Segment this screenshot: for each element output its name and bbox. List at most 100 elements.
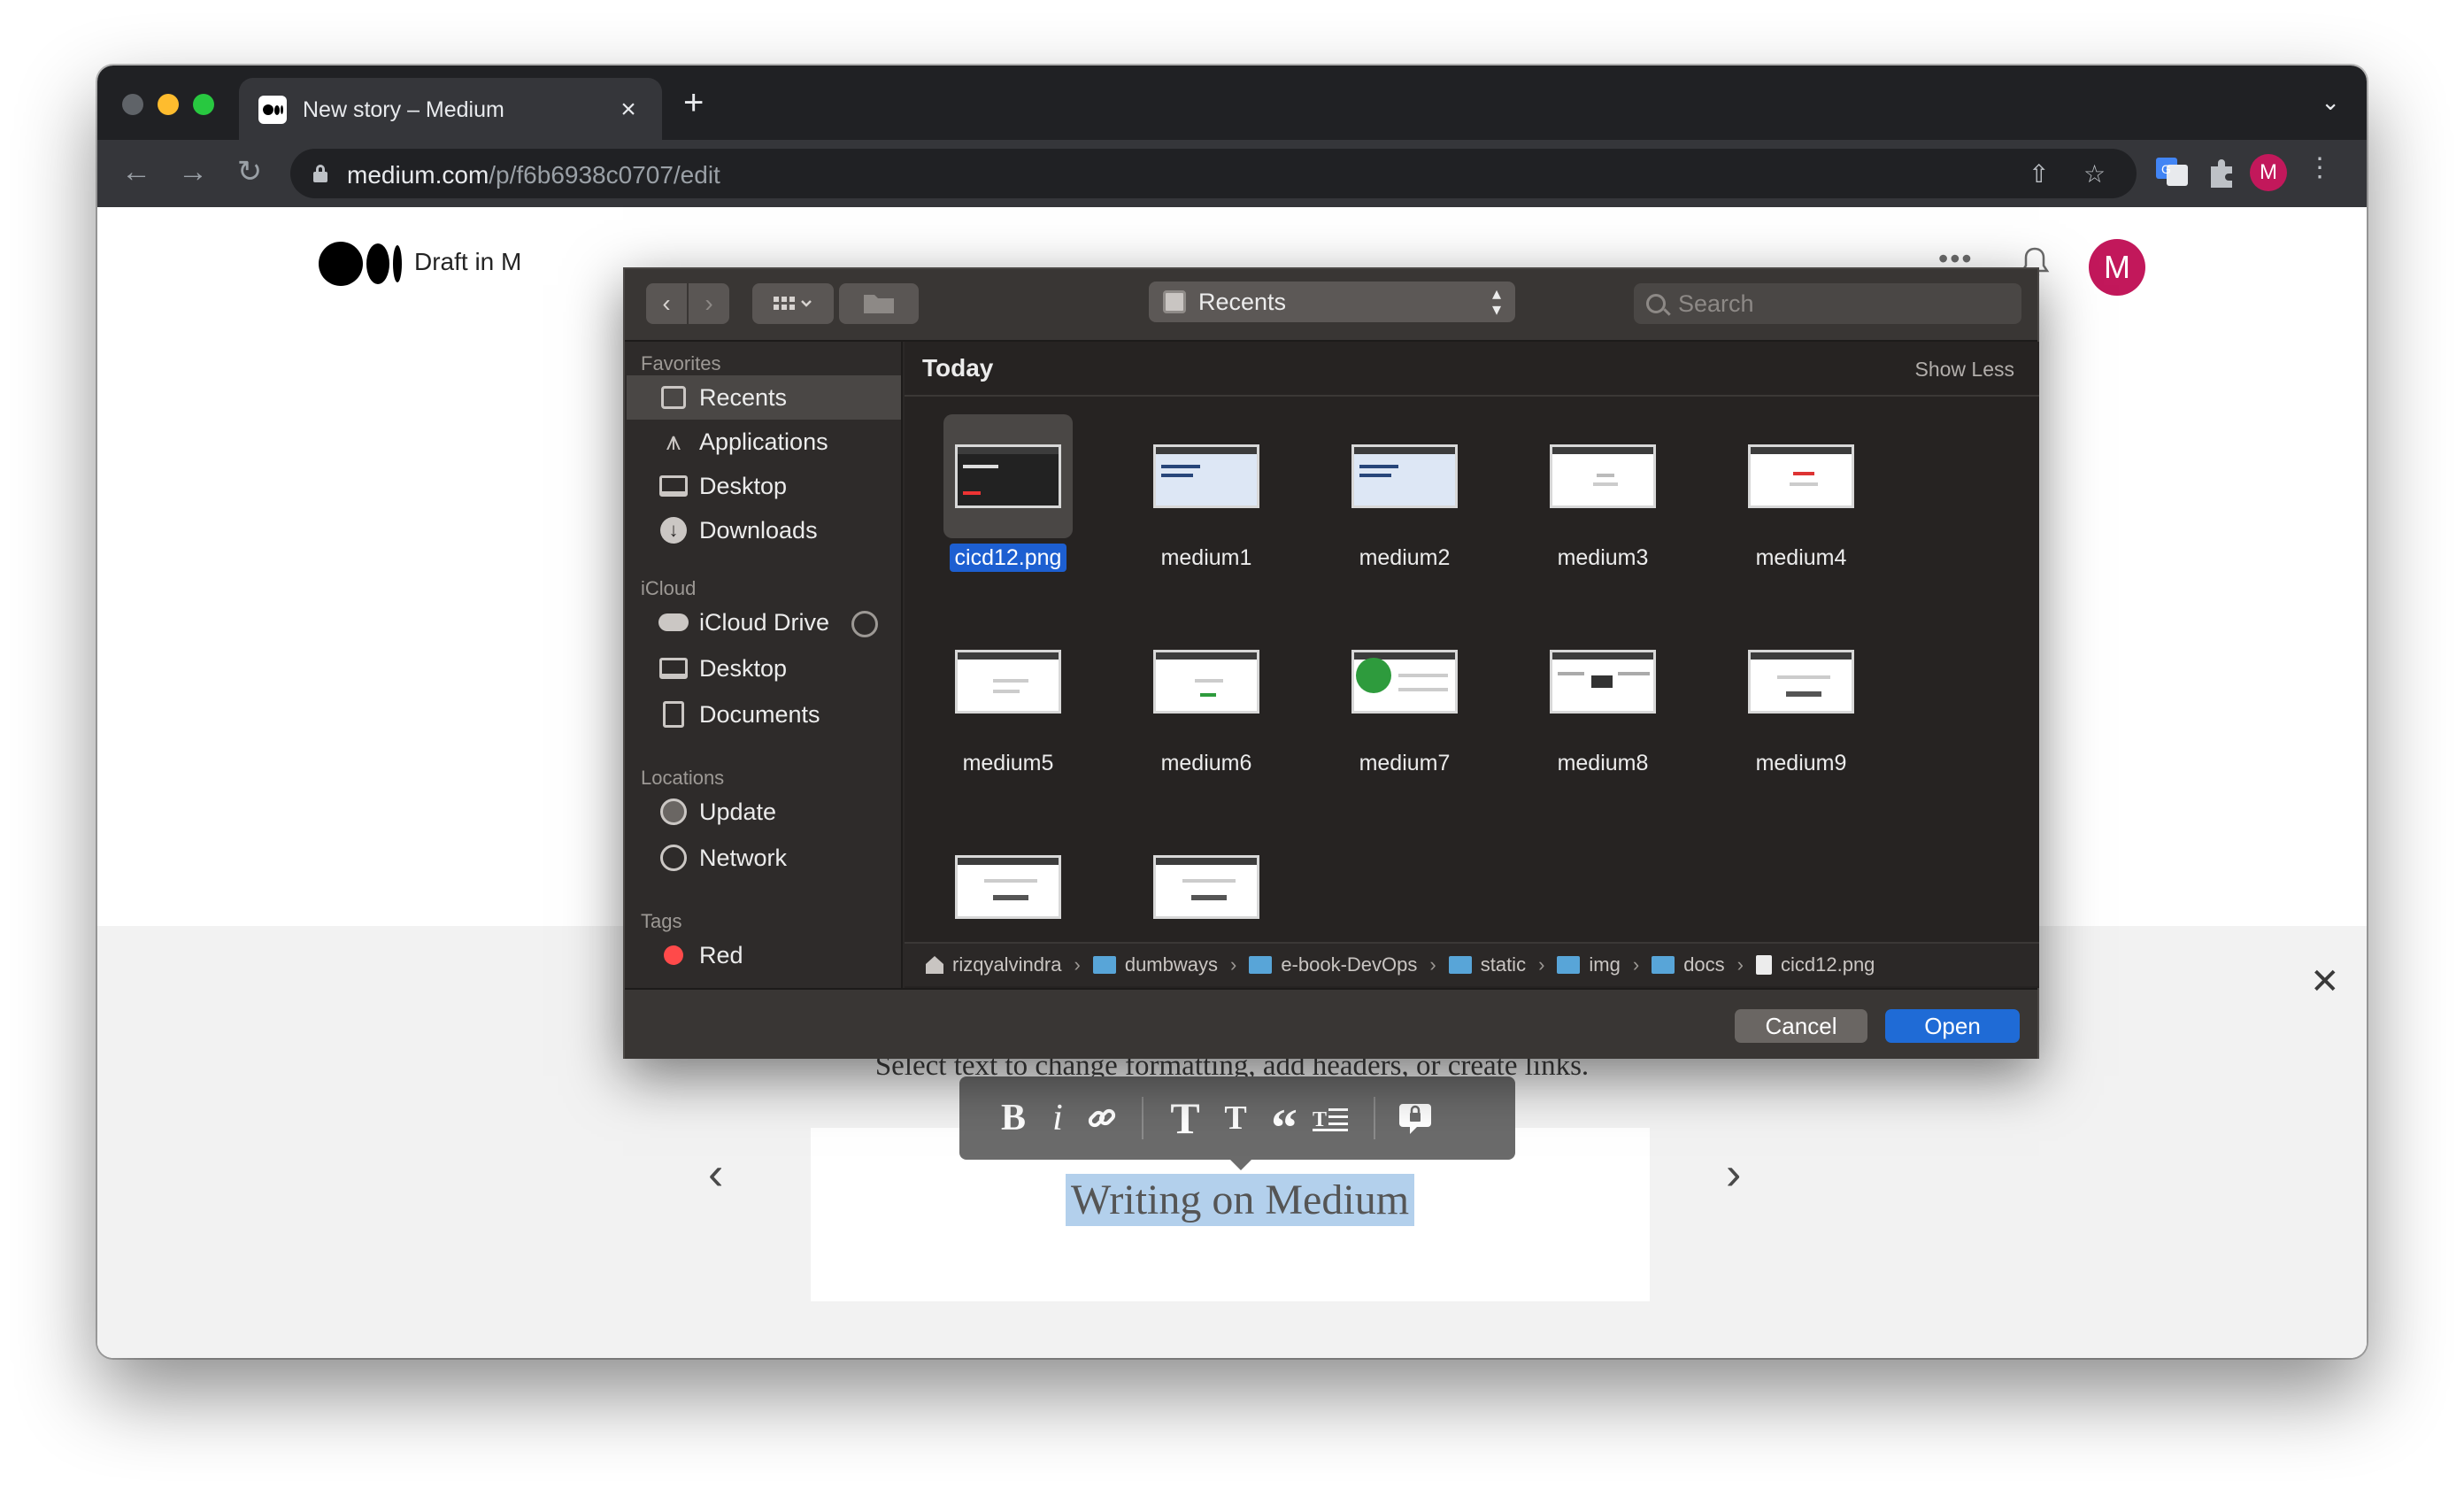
sidebar-item-tag-red[interactable]: Red: [627, 933, 901, 977]
dialog-toolbar: ‹ › Recents ▴ ▾ Search: [625, 269, 2037, 342]
path-segment[interactable]: img: [1557, 953, 1621, 976]
browser-menu-icon[interactable]: ⋮: [2306, 152, 2333, 183]
path-segment[interactable]: rizqyalvindra: [926, 953, 1062, 976]
network-globe-icon: [660, 845, 687, 871]
tab-strip: New story – Medium × + ⌄: [97, 66, 2367, 142]
sidebar-item-documents[interactable]: Documents: [627, 692, 901, 737]
desktop-icon: [659, 658, 688, 679]
folder-icon: [1557, 956, 1581, 974]
medium-logo-icon[interactable]: [319, 241, 402, 287]
folder-icon: [1092, 956, 1116, 974]
view-mode-grid-icon[interactable]: [752, 283, 834, 324]
path-segment[interactable]: e-book-DevOps: [1249, 953, 1417, 976]
private-note-icon[interactable]: [1393, 1076, 1437, 1160]
search-input[interactable]: Search: [1634, 283, 2021, 324]
path-separator-icon: ›: [1229, 953, 1237, 976]
close-icon[interactable]: ✕: [2310, 961, 2340, 1002]
path-separator-icon: ›: [1429, 953, 1436, 976]
svg-text:G: G: [2161, 162, 2171, 176]
cancel-button[interactable]: Cancel: [1735, 1009, 1867, 1043]
extensions-puzzle-icon[interactable]: [2204, 154, 2239, 189]
file-item[interactable]: medium5: [905, 607, 1090, 784]
dialog-sidebar: Favorites Recents ⩚ Applications Desktop …: [625, 342, 903, 988]
tab-new-story[interactable]: New story – Medium ×: [239, 78, 662, 142]
selected-text[interactable]: Writing on Medium: [1066, 1174, 1415, 1226]
file-item[interactable]: medium6: [1103, 607, 1289, 784]
sidebar-item-icloud-desktop[interactable]: Desktop: [627, 646, 901, 690]
large-heading-button[interactable]: T: [1161, 1076, 1209, 1160]
sidebar-item-recents[interactable]: Recents: [627, 375, 901, 420]
link-icon[interactable]: [1080, 1076, 1124, 1160]
sidebar-item-update[interactable]: Update: [627, 790, 901, 834]
new-folder-icon[interactable]: [839, 283, 919, 324]
forward-arrow-icon[interactable]: →: [173, 152, 212, 191]
back-arrow-icon[interactable]: ←: [117, 152, 156, 191]
path-segment[interactable]: dumbways: [1092, 953, 1218, 976]
search-icon: [1646, 294, 1666, 313]
address-bar[interactable]: medium.com/p/f6b6938c0707/edit ⇧ ☆: [290, 149, 2137, 198]
sidebar-item-downloads[interactable]: ↓ Downloads: [627, 508, 901, 552]
folder-icon: [1249, 956, 1273, 974]
path-segment[interactable]: docs: [1652, 953, 1725, 976]
file-item[interactable]: medium7: [1301, 607, 1487, 784]
browser-toolbar: ← → ↻ medium.com/p/f6b6938c0707/edit ⇧ ☆…: [97, 140, 2367, 207]
path-segment[interactable]: cicd12.png: [1756, 953, 1875, 976]
window-close-button[interactable]: [122, 94, 143, 115]
sidebar-item-icloud-drive[interactable]: iCloud Drive: [627, 600, 901, 644]
tab-close-icon[interactable]: ×: [614, 95, 643, 125]
file-item[interactable]: medium3: [1499, 402, 1685, 579]
italic-button[interactable]: i: [1036, 1076, 1080, 1160]
share-icon[interactable]: ⇧: [2029, 159, 2049, 189]
reload-icon[interactable]: ↻: [230, 152, 269, 191]
back-chevron-icon[interactable]: ‹: [646, 283, 687, 324]
disk-icon: [660, 799, 687, 825]
home-icon: [926, 956, 943, 974]
tab-search-chevron-icon[interactable]: ⌄: [2321, 89, 2340, 116]
folder-icon: [1448, 956, 1472, 974]
section-header: Today Show Less: [905, 342, 2039, 397]
show-less-button[interactable]: Show Less: [1914, 358, 2014, 382]
bold-button[interactable]: B: [991, 1076, 1036, 1160]
new-tab-button[interactable]: +: [683, 83, 704, 123]
file-item[interactable]: cicd12.png: [905, 402, 1090, 579]
user-avatar[interactable]: M: [2089, 239, 2145, 296]
file-thumbnail: [1748, 444, 1854, 508]
previous-chevron-icon[interactable]: ‹: [708, 1147, 723, 1200]
file-thumbnail: [1748, 650, 1854, 714]
profile-avatar[interactable]: M: [2250, 154, 2287, 191]
file-item[interactable]: medium9: [1698, 607, 1883, 784]
browser-window: New story – Medium × + ⌄ ← → ↻ medium.co…: [97, 66, 2367, 1358]
forward-chevron-icon[interactable]: ›: [689, 283, 729, 324]
next-chevron-icon[interactable]: ›: [1726, 1147, 1741, 1200]
file-thumbnail: [1550, 650, 1656, 714]
file-thumbnail: [955, 855, 1061, 919]
small-heading-button[interactable]: T: [1209, 1076, 1262, 1160]
translate-icon[interactable]: G: [2154, 154, 2190, 189]
file-thumbnail: [1550, 444, 1656, 508]
bookmark-star-icon[interactable]: ☆: [2083, 159, 2106, 189]
file-item[interactable]: medium8: [1499, 607, 1685, 784]
drop-cap-icon[interactable]: T: [1306, 1076, 1356, 1160]
file-thumbnail: [1153, 650, 1259, 714]
quote-button[interactable]: “: [1262, 1076, 1306, 1160]
file-item[interactable]: medium1: [1103, 402, 1289, 579]
location-popup[interactable]: Recents ▴ ▾: [1149, 282, 1515, 322]
sidebar-item-desktop[interactable]: Desktop: [627, 464, 901, 508]
sidebar-item-applications[interactable]: ⩚ Applications: [627, 420, 901, 464]
section-title: Today: [922, 354, 994, 382]
sidebar-item-network[interactable]: Network: [627, 836, 901, 880]
path-separator-icon: ›: [1632, 953, 1640, 976]
recents-icon: [1163, 290, 1186, 313]
path-segment[interactable]: static: [1448, 953, 1526, 976]
cloud-icon: [658, 613, 689, 631]
window-minimize-button[interactable]: [158, 94, 179, 115]
icloud-header: iCloud: [641, 577, 697, 599]
file-item[interactable]: medium2: [1301, 402, 1487, 579]
file-item[interactable]: medium4: [1698, 402, 1883, 579]
open-button[interactable]: Open: [1885, 1009, 2020, 1043]
file-thumbnail: [1351, 650, 1458, 714]
window-zoom-button[interactable]: [193, 94, 214, 115]
path-separator-icon: ›: [1538, 953, 1545, 976]
sync-progress-icon: [851, 611, 878, 637]
format-toolbar: B i T T “ T: [959, 1076, 1515, 1160]
